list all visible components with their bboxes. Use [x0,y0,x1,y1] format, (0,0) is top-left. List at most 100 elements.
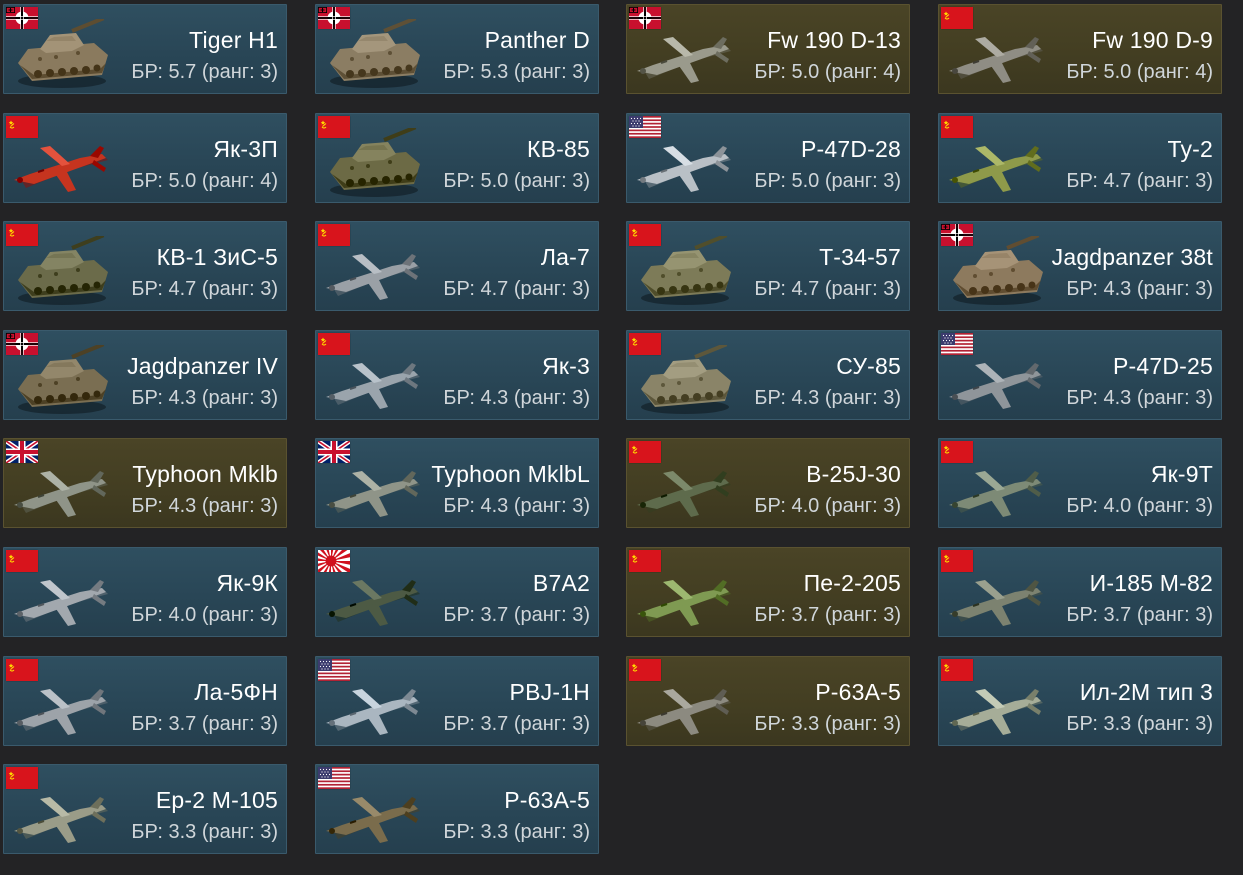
ussr-flag-icon [941,116,973,138]
vehicle-name: P-63A-5 [815,679,901,705]
vehicle-name: Typhoon MklbL [431,461,590,487]
vehicle-br: БР: 4.3 (ранг: 3) [131,387,278,409]
uk-flag-icon [316,439,352,465]
vehicle-card[interactable]: СУ-85 БР: 4.3 (ранг: 3) [626,330,910,420]
plane-icon [10,671,114,743]
vehicle-name: Як-9К [216,570,278,596]
vehicle-br: БР: 3.7 (ранг: 3) [443,713,590,735]
vehicle-name: Jagdpanzer IV [127,353,278,379]
vehicle-card[interactable]: Т-34-57 БР: 4.7 (ранг: 3) [626,221,910,311]
ussr-flag-icon [629,550,661,572]
plane-icon [10,562,114,634]
vehicle-card[interactable]: B7A2 БР: 3.7 (ранг: 3) [315,547,599,637]
vehicle-card[interactable]: Як-9Т БР: 4.0 (ранг: 3) [938,438,1222,528]
ussr-flag-icon [941,550,973,572]
vehicle-card[interactable]: Ла-7 БР: 4.7 (ранг: 3) [315,221,599,311]
vehicle-card[interactable]: Fw 190 D-13 БР: 5.0 (ранг: 4) [626,4,910,94]
germany-flag-icon [941,224,973,246]
vehicle-card[interactable]: B-25J-30 БР: 4.0 (ранг: 3) [626,438,910,528]
vehicle-card[interactable]: Panther D БР: 5.3 (ранг: 3) [315,4,599,94]
vehicle-card[interactable]: P-47D-25 БР: 4.3 (ранг: 3) [938,330,1222,420]
vehicle-name: Jagdpanzer 38t [1051,244,1213,270]
vehicle-br: БР: 5.0 (ранг: 3) [443,170,590,192]
plane-icon [322,345,426,417]
vehicle-card[interactable]: P-47D-28 БР: 5.0 (ранг: 3) [626,113,910,203]
ussr-flag-icon [318,116,350,138]
vehicle-br: БР: 4.0 (ранг: 3) [131,604,278,626]
vehicle-br: БР: 4.3 (ранг: 3) [443,387,590,409]
vehicle-card[interactable]: КВ-1 ЗиС-5 БР: 4.7 (ранг: 3) [3,221,287,311]
vehicle-card[interactable]: Як-3 БР: 4.3 (ранг: 3) [315,330,599,420]
plane-icon [10,453,114,525]
vehicle-name: Fw 190 D-13 [767,27,901,53]
vehicle-card[interactable]: Typhoon MklbL БР: 4.3 (ранг: 3) [315,438,599,528]
vehicle-card[interactable]: Jagdpanzer IV БР: 4.3 (ранг: 3) [3,330,287,420]
vehicle-br: БР: 3.7 (ранг: 3) [754,604,901,626]
germany-flag-icon [6,7,38,29]
vehicle-name: И-185 М-82 [1089,570,1213,596]
vehicle-card[interactable]: Пе-2-205 БР: 3.7 (ранг: 3) [626,547,910,637]
ussr-flag-icon [629,333,661,355]
vehicle-card[interactable]: Ту-2 БР: 4.7 (ранг: 3) [938,113,1222,203]
tank-icon [10,16,114,91]
vehicle-card[interactable]: P-63A-5 БР: 3.3 (ранг: 3) [315,764,599,854]
vehicle-name: Як-3 [542,353,590,379]
vehicle-card[interactable]: Typhoon Mklb БР: 4.3 (ранг: 3) [3,438,287,528]
vehicle-card[interactable]: Ла-5ФН БР: 3.7 (ранг: 3) [3,656,287,746]
vehicle-name: P-47D-25 [1112,353,1213,379]
vehicle-br: БР: 3.3 (ранг: 3) [754,713,901,735]
plane-icon [322,671,426,743]
tank-icon [322,16,426,91]
vehicle-br: БР: 5.0 (ранг: 4) [754,61,901,83]
vehicle-name: PBJ-1H [509,679,590,705]
vehicle-name: Tiger H1 [189,27,278,53]
plane-icon [322,236,426,308]
ussr-flag-icon [941,659,973,681]
vehicle-br: БР: 4.3 (ранг: 3) [754,387,901,409]
vehicle-card[interactable]: Ер-2 М-105 БР: 3.3 (ранг: 3) [3,764,287,854]
ussr-flag-icon [941,7,973,29]
plane-icon [945,453,1049,525]
vehicle-name: Як-9Т [1150,461,1213,487]
vehicle-card[interactable]: Ил-2М тип 3 БР: 3.3 (ранг: 3) [938,656,1222,746]
germany-flag-icon [6,333,38,355]
vehicle-card[interactable]: Як-9К БР: 4.0 (ранг: 3) [3,547,287,637]
vehicle-br: БР: 5.0 (ранг: 3) [754,170,901,192]
vehicle-card[interactable]: И-185 М-82 БР: 3.7 (ранг: 3) [938,547,1222,637]
uk-flag-icon [4,439,40,465]
vehicle-card[interactable]: P-63A-5 БР: 3.3 (ранг: 3) [626,656,910,746]
vehicle-name: P-63A-5 [504,787,590,813]
vehicle-card[interactable]: Fw 190 D-9 БР: 5.0 (ранг: 4) [938,4,1222,94]
usa-flag-icon [941,333,973,355]
ussr-flag-icon [629,441,661,463]
plane-icon [322,562,426,634]
vehicle-name: P-47D-28 [800,136,901,162]
ussr-flag-icon [941,441,973,463]
vehicle-br: БР: 5.7 (ранг: 3) [131,61,278,83]
vehicle-name: B-25J-30 [806,461,901,487]
usa-flag-icon [318,659,350,681]
vehicle-name: КВ-1 ЗиС-5 [156,244,278,270]
plane-icon [945,19,1049,91]
vehicle-br: БР: 3.7 (ранг: 3) [443,604,590,626]
plane-icon [633,671,737,743]
vehicle-card[interactable]: Tiger H1 БР: 5.7 (ранг: 3) [3,4,287,94]
ussr-flag-icon [6,224,38,246]
plane-icon [945,562,1049,634]
ussr-flag-icon [6,767,38,789]
vehicle-card[interactable]: Як-3П БР: 5.0 (ранг: 4) [3,113,287,203]
vehicle-card[interactable]: КВ-85 БР: 5.0 (ранг: 3) [315,113,599,203]
vehicle-br: БР: 5.0 (ранг: 4) [1066,61,1213,83]
plane-icon [633,453,737,525]
vehicle-br: БР: 5.0 (ранг: 4) [131,170,278,192]
vehicle-name: Fw 190 D-9 [1092,27,1213,53]
vehicle-br: БР: 4.7 (ранг: 3) [754,278,901,300]
tank-icon [945,233,1049,308]
tank-icon [633,342,737,417]
plane-icon [633,19,737,91]
vehicle-card[interactable]: Jagdpanzer 38t БР: 4.3 (ранг: 3) [938,221,1222,311]
vehicle-name: Ту-2 [1167,136,1213,162]
vehicle-br: БР: 3.7 (ранг: 3) [1066,604,1213,626]
vehicle-card[interactable]: PBJ-1H БР: 3.7 (ранг: 3) [315,656,599,746]
vehicle-name: Т-34-57 [819,244,901,270]
